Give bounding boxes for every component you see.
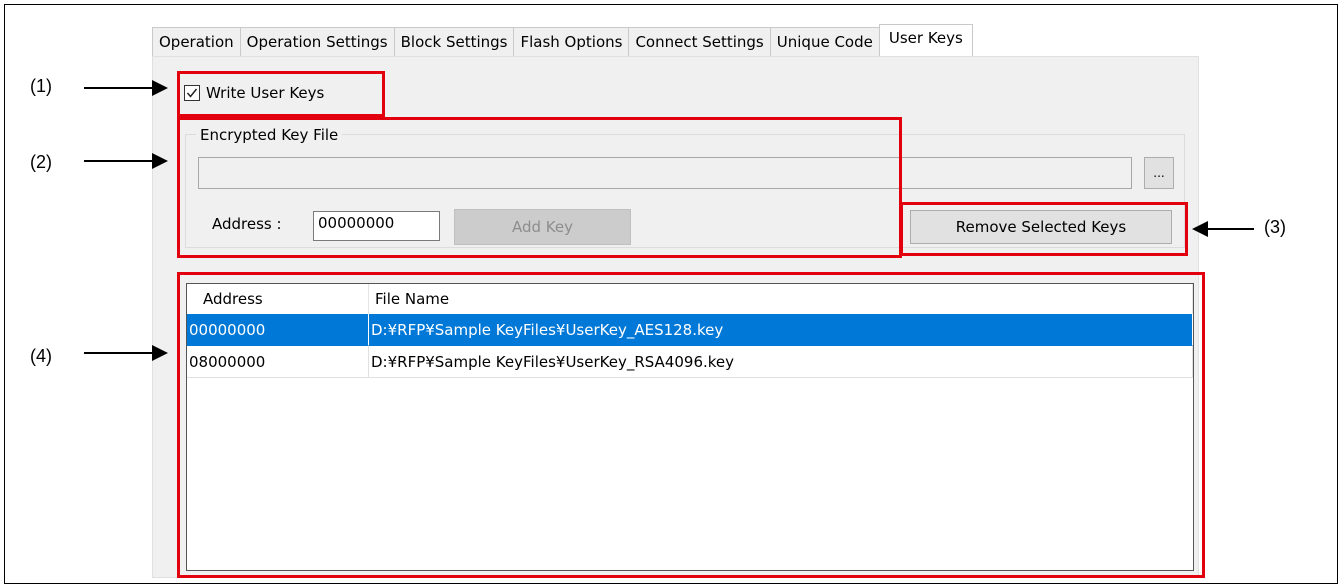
arrow-right-icon <box>84 80 168 96</box>
arrow-right-icon <box>84 345 168 361</box>
arrow-left-icon <box>1192 221 1254 237</box>
arrow-right-icon <box>84 153 168 169</box>
callout-arrows <box>84 80 1254 361</box>
